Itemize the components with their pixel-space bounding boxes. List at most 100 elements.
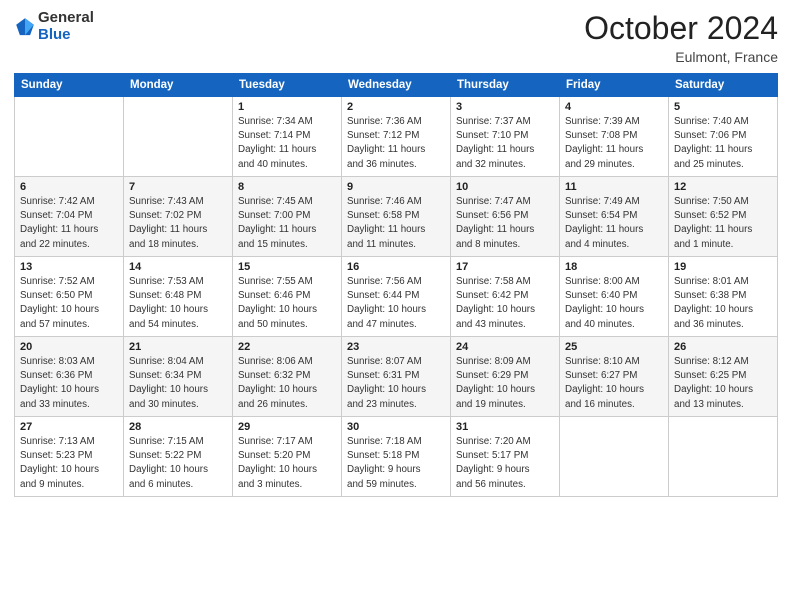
day-number: 24 (456, 341, 554, 353)
page: General Blue October 2024 Eulmont, Franc… (0, 0, 792, 612)
table-row: 14 Sunrise: 7:53 AM Sunset: 6:48 PM Dayli… (124, 257, 233, 337)
day-info: Sunrise: 7:53 AM Sunset: 6:48 PM Dayligh… (129, 276, 208, 330)
table-row: 24 Sunrise: 8:09 AM Sunset: 6:29 PM Dayli… (451, 337, 560, 417)
day-number: 30 (347, 421, 445, 433)
col-sunday: Sunday (15, 74, 124, 97)
table-row (560, 417, 669, 497)
day-number: 5 (674, 101, 772, 113)
logo-blue: Blue (38, 27, 94, 44)
day-info: Sunrise: 7:42 AM Sunset: 7:04 PM Dayligh… (20, 196, 98, 250)
calendar-week-1: 6 Sunrise: 7:42 AM Sunset: 7:04 PM Daylig… (15, 177, 778, 257)
table-row: 4 Sunrise: 7:39 AM Sunset: 7:08 PM Daylig… (560, 97, 669, 177)
day-info: Sunrise: 8:00 AM Sunset: 6:40 PM Dayligh… (565, 276, 644, 330)
day-number: 28 (129, 421, 227, 433)
day-number: 14 (129, 261, 227, 273)
calendar-header-row: Sunday Monday Tuesday Wednesday Thursday… (15, 74, 778, 97)
table-row: 8Sunrise: 7:45 AM Sunset: 7:00 PM Daylig… (233, 177, 342, 257)
col-thursday: Thursday (451, 74, 560, 97)
table-row: 7Sunrise: 7:43 AM Sunset: 7:02 PM Daylig… (124, 177, 233, 257)
logo-text: General Blue (38, 10, 94, 43)
day-info: Sunrise: 7:50 AM Sunset: 6:52 PM Dayligh… (674, 196, 752, 250)
day-info: Sunrise: 7:56 AM Sunset: 6:44 PM Dayligh… (347, 276, 426, 330)
logo-general: General (38, 10, 94, 27)
table-row: 18 Sunrise: 8:00 AM Sunset: 6:40 PM Dayli… (560, 257, 669, 337)
table-row: 16 Sunrise: 7:56 AM Sunset: 6:44 PM Dayli… (342, 257, 451, 337)
day-info: Sunrise: 7:40 AM Sunset: 7:06 PM Dayligh… (674, 116, 752, 170)
day-info: Sunrise: 7:47 AM Sunset: 6:56 PM Dayligh… (456, 196, 534, 250)
day-info: Sunrise: 7:49 AM Sunset: 6:54 PM Dayligh… (565, 196, 643, 250)
table-row: 30 Sunrise: 7:18 AM Sunset: 5:18 PM Dayli… (342, 417, 451, 497)
table-row (669, 417, 778, 497)
table-row: 10 Sunrise: 7:47 AM Sunset: 6:56 PM Dayli… (451, 177, 560, 257)
table-row: 17Sunrise: 7:58 AM Sunset: 6:42 PM Dayli… (451, 257, 560, 337)
day-number: 12 (674, 181, 772, 193)
table-row: 9 Sunrise: 7:46 AM Sunset: 6:58 PM Daylig… (342, 177, 451, 257)
day-info: Sunrise: 7:52 AM Sunset: 6:50 PM Dayligh… (20, 276, 99, 330)
day-info: Sunrise: 8:01 AM Sunset: 6:38 PM Dayligh… (674, 276, 753, 330)
table-row: 31 Sunrise: 7:20 AM Sunset: 5:17 PM Dayli… (451, 417, 560, 497)
table-row: 20 Sunrise: 8:03 AM Sunset: 6:36 PM Dayli… (15, 337, 124, 417)
col-tuesday: Tuesday (233, 74, 342, 97)
day-number: 3 (456, 101, 554, 113)
calendar-week-4: 27Sunrise: 7:13 AM Sunset: 5:23 PM Dayli… (15, 417, 778, 497)
table-row: 19 Sunrise: 8:01 AM Sunset: 6:38 PM Dayli… (669, 257, 778, 337)
day-info: Sunrise: 7:34 AM Sunset: 7:14 PM Dayligh… (238, 116, 316, 170)
day-info: Sunrise: 7:18 AM Sunset: 5:18 PM Dayligh… (347, 436, 422, 490)
day-number: 9 (347, 181, 445, 193)
table-row: 15Sunrise: 7:55 AM Sunset: 6:46 PM Dayli… (233, 257, 342, 337)
table-row: 11 Sunrise: 7:49 AM Sunset: 6:54 PM Dayli… (560, 177, 669, 257)
day-info: Sunrise: 7:15 AM Sunset: 5:22 PM Dayligh… (129, 436, 208, 490)
day-info: Sunrise: 7:17 AM Sunset: 5:20 PM Dayligh… (238, 436, 317, 490)
logo: General Blue (14, 10, 94, 43)
day-info: Sunrise: 7:13 AM Sunset: 5:23 PM Dayligh… (20, 436, 99, 490)
day-info: Sunrise: 8:07 AM Sunset: 6:31 PM Dayligh… (347, 356, 426, 410)
day-number: 25 (565, 341, 663, 353)
day-number: 4 (565, 101, 663, 113)
calendar-week-2: 13Sunrise: 7:52 AM Sunset: 6:50 PM Dayli… (15, 257, 778, 337)
header: General Blue October 2024 Eulmont, Franc… (14, 10, 778, 65)
col-friday: Friday (560, 74, 669, 97)
day-number: 29 (238, 421, 336, 433)
day-number: 16 (347, 261, 445, 273)
day-info: Sunrise: 8:03 AM Sunset: 6:36 PM Dayligh… (20, 356, 99, 410)
day-number: 19 (674, 261, 772, 273)
title-block: October 2024 Eulmont, France (584, 10, 778, 65)
table-row: 6 Sunrise: 7:42 AM Sunset: 7:04 PM Daylig… (15, 177, 124, 257)
calendar-week-0: 1Sunrise: 7:34 AM Sunset: 7:14 PM Daylig… (15, 97, 778, 177)
month-title: October 2024 (584, 10, 778, 47)
day-info: Sunrise: 7:46 AM Sunset: 6:58 PM Dayligh… (347, 196, 425, 250)
day-number: 8 (238, 181, 336, 193)
day-info: Sunrise: 8:04 AM Sunset: 6:34 PM Dayligh… (129, 356, 208, 410)
day-info: Sunrise: 7:43 AM Sunset: 7:02 PM Dayligh… (129, 196, 207, 250)
col-monday: Monday (124, 74, 233, 97)
table-row: 3 Sunrise: 7:37 AM Sunset: 7:10 PM Daylig… (451, 97, 560, 177)
day-number: 18 (565, 261, 663, 273)
logo-icon (14, 16, 36, 38)
calendar-week-3: 20 Sunrise: 8:03 AM Sunset: 6:36 PM Dayli… (15, 337, 778, 417)
col-saturday: Saturday (669, 74, 778, 97)
table-row: 21Sunrise: 8:04 AM Sunset: 6:34 PM Dayli… (124, 337, 233, 417)
table-row: 12 Sunrise: 7:50 AM Sunset: 6:52 PM Dayli… (669, 177, 778, 257)
col-wednesday: Wednesday (342, 74, 451, 97)
day-number: 20 (20, 341, 118, 353)
table-row (15, 97, 124, 177)
table-row: 5 Sunrise: 7:40 AM Sunset: 7:06 PM Daylig… (669, 97, 778, 177)
day-number: 11 (565, 181, 663, 193)
day-info: Sunrise: 8:09 AM Sunset: 6:29 PM Dayligh… (456, 356, 535, 410)
table-row: 29 Sunrise: 7:17 AM Sunset: 5:20 PM Dayli… (233, 417, 342, 497)
table-row: 25Sunrise: 8:10 AM Sunset: 6:27 PM Dayli… (560, 337, 669, 417)
table-row (124, 97, 233, 177)
table-row: 2Sunrise: 7:36 AM Sunset: 7:12 PM Daylig… (342, 97, 451, 177)
day-number: 10 (456, 181, 554, 193)
day-number: 23 (347, 341, 445, 353)
day-number: 22 (238, 341, 336, 353)
day-info: Sunrise: 7:55 AM Sunset: 6:46 PM Dayligh… (238, 276, 317, 330)
day-number: 26 (674, 341, 772, 353)
calendar: Sunday Monday Tuesday Wednesday Thursday… (14, 73, 778, 497)
day-number: 31 (456, 421, 554, 433)
day-info: Sunrise: 7:20 AM Sunset: 5:17 PM Dayligh… (456, 436, 531, 490)
day-number: 6 (20, 181, 118, 193)
table-row: 26Sunrise: 8:12 AM Sunset: 6:25 PM Dayli… (669, 337, 778, 417)
day-info: Sunrise: 7:37 AM Sunset: 7:10 PM Dayligh… (456, 116, 534, 170)
day-info: Sunrise: 7:39 AM Sunset: 7:08 PM Dayligh… (565, 116, 643, 170)
